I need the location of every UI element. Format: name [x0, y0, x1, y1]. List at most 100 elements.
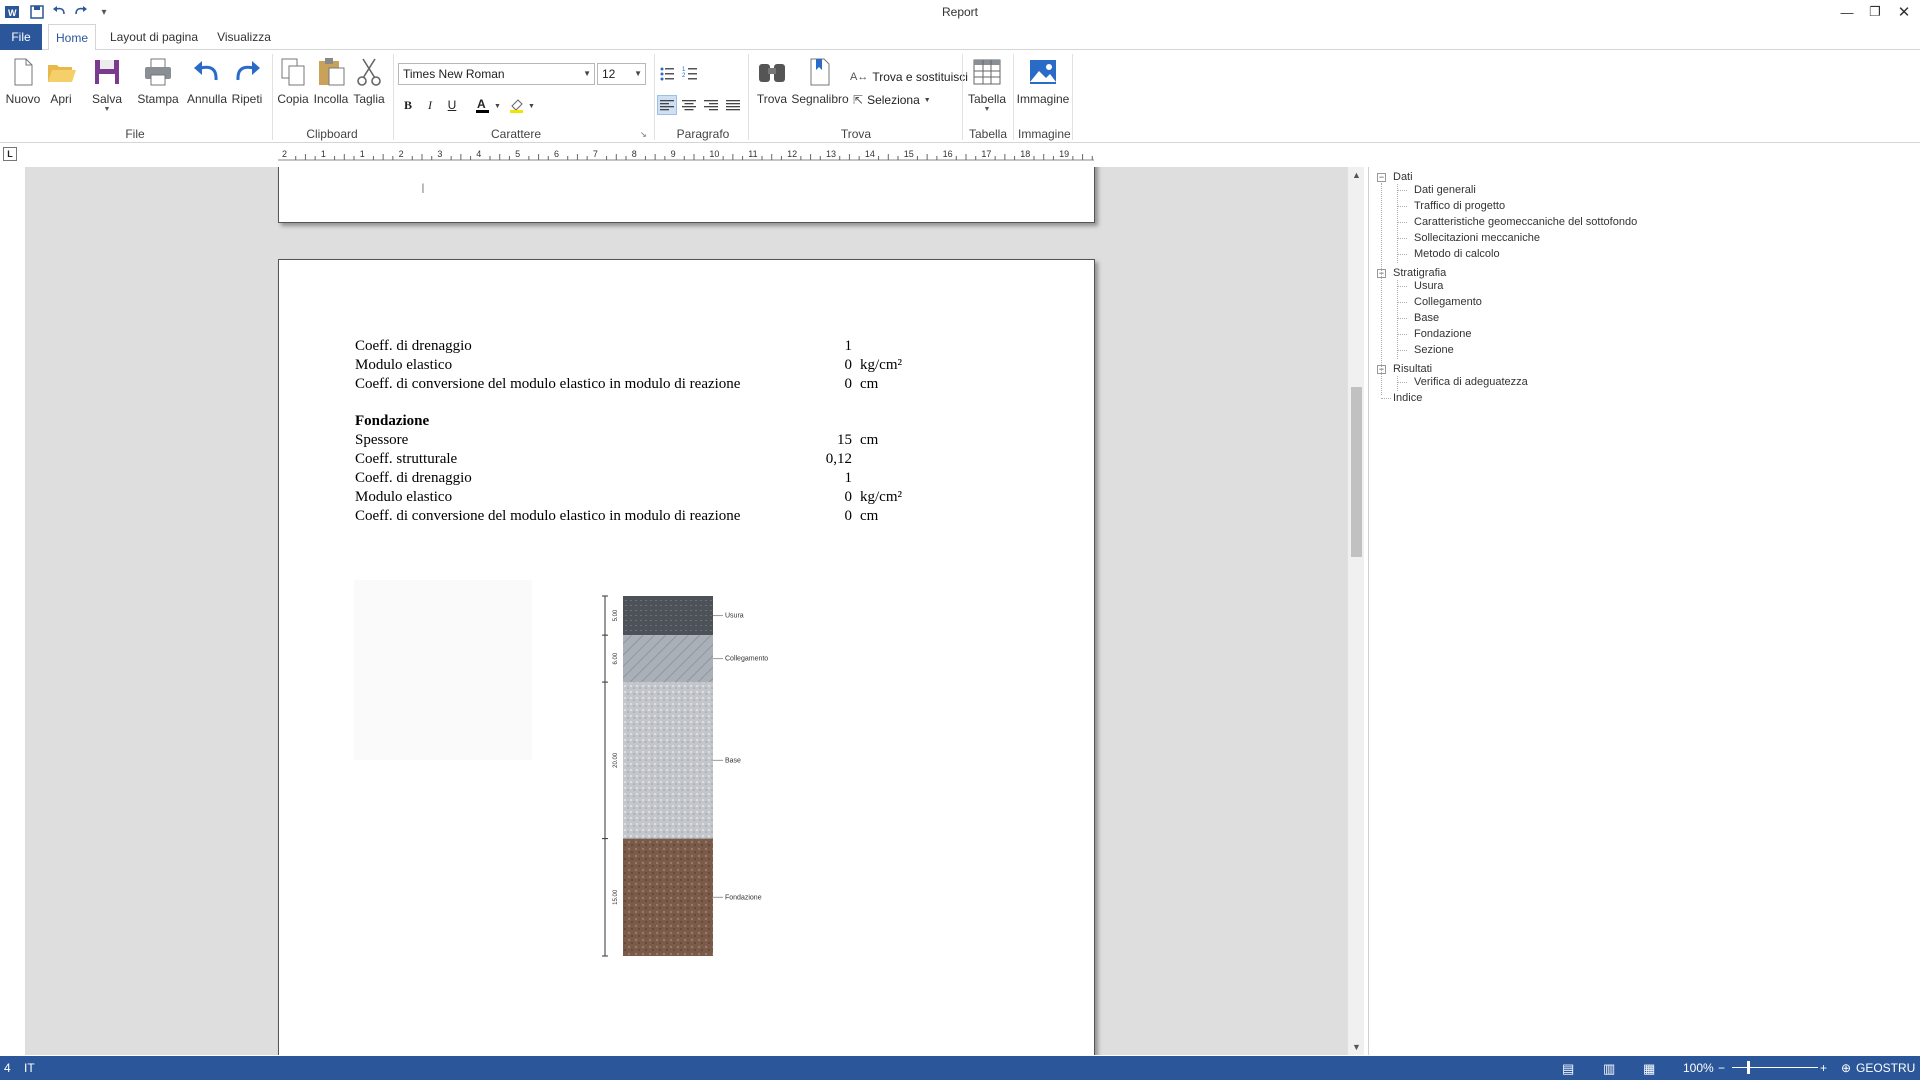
- segnalibro-label: Segnalibro: [791, 92, 849, 106]
- web-layout-icon[interactable]: ▦: [1643, 1061, 1655, 1077]
- scroll-down-icon[interactable]: ▼: [1348, 1039, 1365, 1055]
- ruler-tick-label: 9: [671, 149, 676, 159]
- seleziona-button[interactable]: ⇱ Seleziona ▼: [853, 93, 931, 107]
- ruler-scale: 2 1 1 2 3 4 5 6 7 8 9 10 11 12 13 14 15 16 17 18 19: [278, 149, 1094, 161]
- tab-visualizza[interactable]: Visualizza: [212, 24, 276, 50]
- underline-button[interactable]: U: [442, 95, 462, 115]
- italic-button[interactable]: I: [420, 95, 440, 115]
- ruler-tick-label: 4: [476, 149, 481, 159]
- document-canvas[interactable]: I Coeff. di drenaggio 1 Modulo elastico …: [25, 167, 1347, 1055]
- apri-button[interactable]: Apri: [41, 56, 81, 116]
- tree-node-dati[interactable]: Dati: [1393, 171, 1413, 183]
- tree-node-usura[interactable]: Usura: [1414, 280, 1443, 292]
- layer-thickness-label: 20.00: [613, 752, 619, 768]
- print-layout-icon[interactable]: ▥: [1603, 1061, 1615, 1077]
- tree-node-stratigrafia[interactable]: Stratigrafia: [1393, 267, 1446, 279]
- minimize-button[interactable]: —: [1832, 0, 1862, 24]
- ripeti-button[interactable]: Ripeti: [227, 56, 267, 116]
- font-family-select[interactable]: Times New Roman ▼: [398, 63, 595, 85]
- layer-name-label: Base: [725, 757, 741, 764]
- language-indicator[interactable]: IT: [24, 1061, 35, 1075]
- font-color-button[interactable]: A ▼: [474, 95, 504, 115]
- tree-node-base[interactable]: Base: [1414, 312, 1439, 324]
- tree-node-sezione[interactable]: Sezione: [1414, 344, 1454, 356]
- zoom-level[interactable]: 100%: [1683, 1061, 1714, 1075]
- copia-button[interactable]: Copia: [273, 56, 313, 116]
- image-icon: [1030, 60, 1056, 84]
- taglia-button[interactable]: Taglia: [349, 56, 389, 116]
- highlighter-icon: ▼: [510, 99, 535, 113]
- ruler-tick-label: 7: [593, 149, 598, 159]
- tab-home[interactable]: Home: [48, 24, 96, 51]
- justify-button[interactable]: [723, 95, 743, 115]
- coeff-conversione-unit: cm: [860, 376, 879, 392]
- tree-connector: [1397, 206, 1407, 207]
- ruler-tick-label: 2: [399, 149, 404, 159]
- stampa-button[interactable]: Stampa: [136, 56, 180, 116]
- tree-connector: [1397, 280, 1398, 359]
- tree-node-traffico[interactable]: Traffico di progetto: [1414, 200, 1505, 212]
- printer-icon: [145, 58, 171, 86]
- tabella-dropdown-icon[interactable]: ▼: [984, 106, 991, 113]
- bullet-list-button[interactable]: [657, 63, 677, 83]
- stratigraphy-svg: 5.00 Usura 6.00 Collegamento 20.00 Base 15.00 F…: [602, 595, 768, 957]
- font-color-icon: A ▼: [476, 97, 501, 113]
- binoculars-icon: [759, 64, 785, 82]
- stampa-label: Stampa: [137, 92, 179, 106]
- scrollbar-thumb[interactable]: [1351, 387, 1362, 557]
- stratigraphy-figure: 5.00 Usura 6.00 Collegamento 20.00 Base 15.00 F…: [599, 588, 799, 968]
- nuovo-button[interactable]: Nuovo: [3, 56, 43, 116]
- tree-node-verifica[interactable]: Verifica di adeguatezza: [1414, 376, 1528, 388]
- dialog-launcher-icon[interactable]: ↘: [640, 130, 647, 139]
- tree-node-indice[interactable]: Indice: [1393, 392, 1422, 404]
- tree-node-metodo[interactable]: Metodo di calcolo: [1414, 248, 1500, 260]
- bold-button[interactable]: B: [398, 95, 418, 115]
- tabella-button[interactable]: Tabella ▼: [966, 56, 1008, 116]
- align-center-button[interactable]: [679, 95, 699, 115]
- zoom-slider-thumb[interactable]: [1747, 1061, 1750, 1074]
- incolla-button[interactable]: Incolla: [311, 56, 351, 116]
- trova-sostituisci-button[interactable]: A↔ Trova e sostituisci: [850, 70, 968, 84]
- cursor-icon: ⇱: [853, 93, 864, 107]
- zoom-slider[interactable]: [1732, 1067, 1818, 1068]
- tree-node-dati-generali[interactable]: Dati generali: [1414, 184, 1476, 196]
- page-number: 4: [4, 1061, 11, 1075]
- close-button[interactable]: ✕: [1889, 0, 1919, 24]
- tree-node-collegamento[interactable]: Collegamento: [1414, 296, 1482, 308]
- tree-connector: [1397, 302, 1407, 303]
- highlight-color-button[interactable]: ▼: [508, 95, 538, 115]
- ruler-tick-label: 5: [515, 149, 520, 159]
- clipboard-group-label: Clipboard: [306, 127, 358, 141]
- tab-stop-selector[interactable]: L: [3, 147, 17, 161]
- annulla-button[interactable]: Annulla: [187, 56, 227, 116]
- layer-thickness-label: 6.00: [613, 652, 619, 664]
- font-size-select[interactable]: 12 ▼: [597, 63, 646, 85]
- tree-node-fondazione[interactable]: Fondazione: [1414, 328, 1472, 340]
- scroll-up-icon[interactable]: ▲: [1348, 167, 1365, 183]
- collapse-icon[interactable]: −: [1377, 173, 1386, 182]
- align-left-icon: [660, 100, 674, 111]
- align-left-button[interactable]: [657, 95, 677, 115]
- salva-dropdown-icon[interactable]: ▼: [104, 106, 111, 113]
- group-separator: [654, 54, 655, 140]
- align-right-button[interactable]: [701, 95, 721, 115]
- salva-button[interactable]: Salva ▼: [87, 56, 127, 116]
- vertical-scrollbar[interactable]: ▲ ▼: [1347, 167, 1364, 1055]
- read-mode-icon[interactable]: ▤: [1562, 1061, 1574, 1077]
- trova-button[interactable]: Trova: [752, 56, 792, 116]
- tree-node-risultati[interactable]: Risultati: [1393, 363, 1432, 375]
- ruler-tick-label: 1: [321, 149, 326, 159]
- tab-layout-di-pagina[interactable]: Layout di pagina: [104, 24, 204, 50]
- zoom-in-icon[interactable]: +: [1820, 1061, 1827, 1075]
- tab-file[interactable]: File: [0, 24, 42, 50]
- immagine-button[interactable]: Immagine: [1017, 56, 1069, 116]
- restore-button[interactable]: ❐: [1860, 0, 1890, 24]
- tree-node-sollecitazioni[interactable]: Sollecitazioni meccaniche: [1414, 232, 1540, 244]
- zoom-out-icon[interactable]: −: [1718, 1061, 1725, 1075]
- document-page: Coeff. di drenaggio 1 Modulo elastico 0 …: [278, 259, 1095, 1055]
- tree-node-caratteristiche[interactable]: Caratteristiche geomeccaniche del sottof…: [1414, 216, 1637, 228]
- horizontal-ruler[interactable]: L 2 1 1 2 3 4 5 6 7 8 9 10 11 12 13 14 15 16 17 18 19: [0, 143, 1920, 165]
- numbered-list-button[interactable]: 12: [680, 63, 700, 83]
- segnalibro-button[interactable]: Segnalibro: [791, 56, 849, 116]
- ruler-tick-label: 11: [748, 149, 757, 159]
